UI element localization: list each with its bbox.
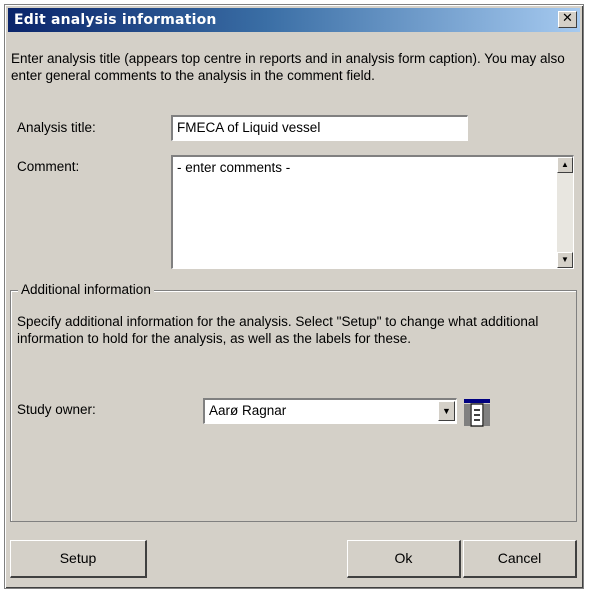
analysis-title-label: Analysis title:	[17, 120, 96, 135]
comment-textarea[interactable]: - enter comments - ▲ ▼	[171, 155, 574, 269]
study-owner-label: Study owner:	[17, 402, 96, 417]
chevron-down-icon: ▼	[442, 406, 451, 416]
scroll-up-icon: ▲	[561, 160, 569, 169]
scroll-up-button[interactable]: ▲	[557, 157, 573, 173]
additional-info-description: Specify additional information for the a…	[17, 314, 539, 346]
setup-button[interactable]: Setup	[10, 540, 147, 578]
scroll-down-icon: ▼	[561, 255, 569, 264]
close-button[interactable]: ✕	[558, 11, 577, 28]
study-owner-select[interactable]: Aarø Ragnar ▼	[203, 398, 457, 424]
title-bar[interactable]: Edit analysis information ✕	[8, 8, 580, 32]
additional-info-legend: Additional information	[18, 281, 154, 298]
comment-value: - enter comments -	[177, 160, 291, 175]
intro-text: Enter analysis title (appears top centre…	[11, 51, 565, 83]
analysis-title-input[interactable]: FMECA of Liquid vessel	[171, 115, 468, 141]
table-icon[interactable]	[462, 396, 492, 428]
comment-label: Comment:	[17, 159, 80, 174]
study-owner-value: Aarø Ragnar	[209, 403, 287, 418]
close-icon: ✕	[562, 11, 573, 26]
dialog-title: Edit analysis information	[14, 12, 217, 28]
scroll-down-button[interactable]: ▼	[557, 252, 573, 268]
cancel-button[interactable]: Cancel	[463, 540, 577, 578]
study-owner-dropdown-button[interactable]: ▼	[438, 401, 455, 421]
comment-scrollbar[interactable]: ▲ ▼	[557, 157, 573, 268]
ok-button[interactable]: Ok	[347, 540, 461, 578]
analysis-title-value: FMECA of Liquid vessel	[177, 120, 321, 135]
